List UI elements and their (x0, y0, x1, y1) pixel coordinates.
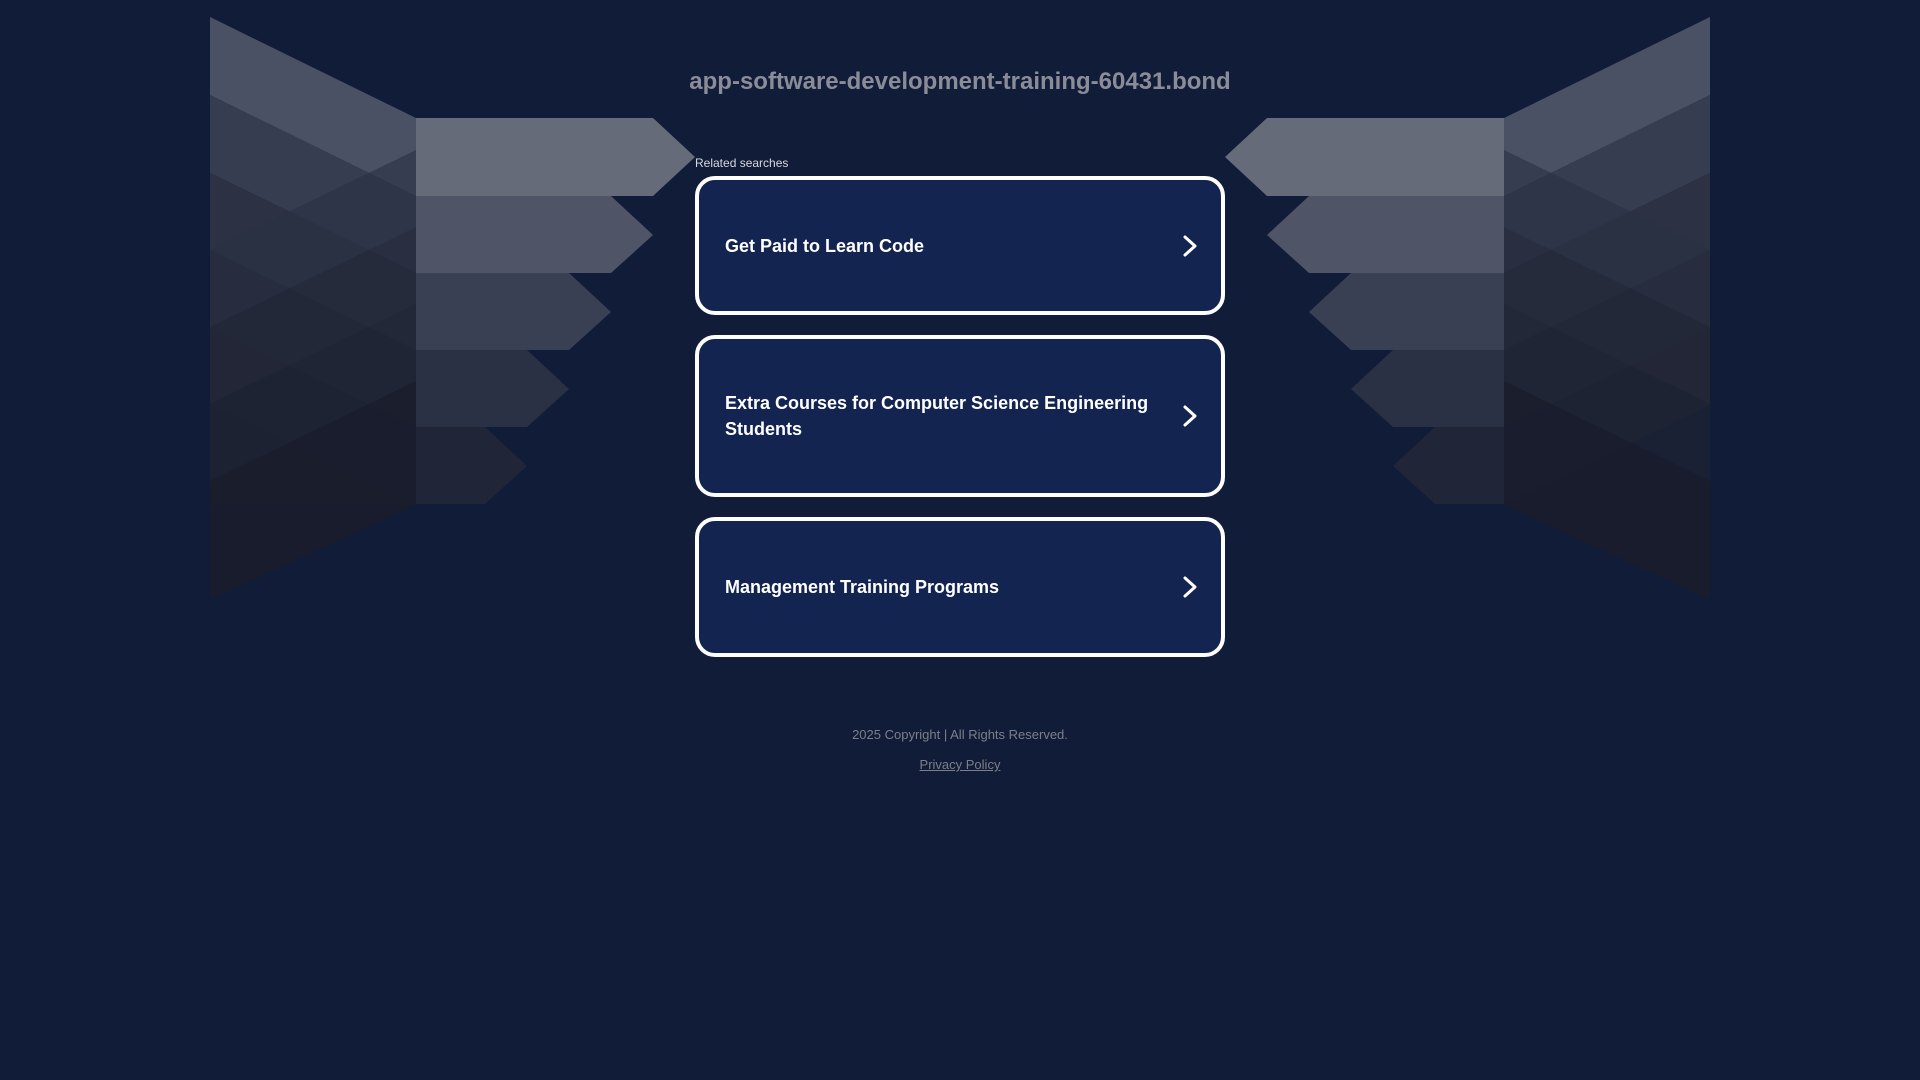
related-search-label: Management Training Programs (725, 577, 1000, 597)
related-searches-label: Related searches (695, 156, 789, 170)
related-search-link-get-paid-to-learn-code[interactable]: Get Paid to Learn Code (695, 176, 1225, 315)
domain-title: app-software-development-training-60431.… (689, 68, 1231, 95)
chevron-right-icon (1183, 576, 1197, 598)
related-search-link-management-training[interactable]: Management Training Programs (695, 517, 1225, 657)
privacy-policy-link[interactable]: Privacy Policy (920, 757, 1001, 772)
related-search-link-extra-courses[interactable]: Extra Courses for Computer Science Engin… (695, 335, 1225, 497)
copyright-text: 2025 Copyright | All Rights Reserved. (852, 727, 1068, 742)
related-search-label: Extra Courses for Computer Science Engin… (725, 393, 1149, 439)
related-search-label: Get Paid to Learn Code (725, 235, 925, 256)
chevron-right-icon (1183, 235, 1197, 256)
privacy-policy-container: Privacy Policy (660, 757, 1260, 772)
chevron-right-icon (1183, 405, 1197, 427)
